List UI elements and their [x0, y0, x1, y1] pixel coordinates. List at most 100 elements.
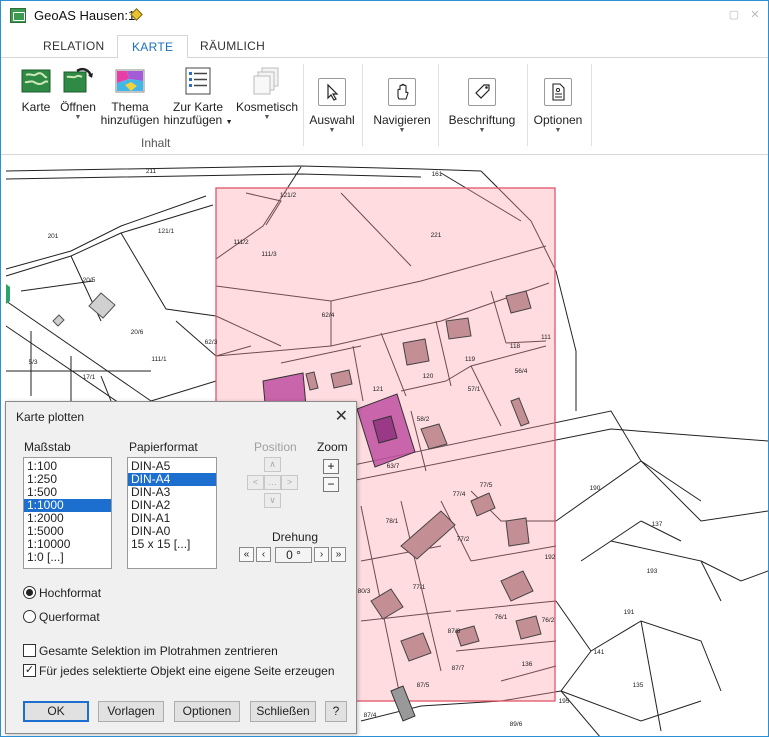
karte-plotten-dialog: Karte plotten ✕ Maßstab 1:100 1:250 1:50… [5, 401, 357, 734]
oeffnen-button[interactable]: Öffnen ▼ [57, 67, 99, 122]
parcel-label: 192 [545, 554, 556, 561]
optionen-button[interactable]: Optionen [174, 701, 240, 722]
parcel-label: 191 [624, 609, 635, 616]
parcel-label: 118 [510, 343, 521, 350]
thema-hinzufuegen-button[interactable]: Thema hinzufügen [98, 67, 162, 127]
vorlagen-button[interactable]: Vorlagen [98, 701, 164, 722]
hochformat-radio[interactable] [23, 586, 36, 599]
chevron-left-icon[interactable]: < [247, 475, 264, 490]
zur-karte-hinzufuegen-button[interactable]: Zur Karte hinzufügen ▼ [163, 67, 233, 129]
document-settings-icon [544, 78, 572, 106]
parcel-label: 201 [48, 233, 59, 240]
parcel-label: 111 [541, 334, 551, 341]
parcel-label: 87/5 [417, 682, 430, 689]
eigene-seite-label: Für jedes selektierte Objekt eine eigene… [39, 664, 335, 678]
ribbon-separator [438, 64, 439, 146]
chevron-down-icon: ▼ [328, 127, 336, 134]
parcel-label: 87/4 [364, 712, 377, 719]
zoom-out-button[interactable]: − [323, 477, 339, 492]
center-icon[interactable]: … [264, 475, 281, 490]
tab-relation[interactable]: RELATION [29, 35, 119, 59]
parcel-label: 121/2 [280, 192, 297, 199]
ribbon-separator [362, 64, 363, 146]
parcel-label: 17/1 [83, 374, 96, 381]
ribbon-separator [527, 64, 528, 146]
cursor-icon [318, 78, 346, 106]
rotate-left-button[interactable]: ‹ [256, 547, 271, 562]
tab-raeumlich[interactable]: RÄUMLICH [186, 35, 279, 59]
parcel-label: 121 [373, 386, 384, 393]
thema-label-2: hinzufügen [100, 113, 160, 127]
papierformat-list[interactable]: DIN-A5 DIN-A4 DIN-A3 DIN-A2 DIN-A1 DIN-A… [127, 457, 217, 569]
list-item[interactable]: 1:0 [...] [24, 551, 111, 564]
parcel-label: 56/4 [515, 368, 528, 375]
karte-label: Karte [21, 100, 51, 114]
chevron-down-icon: ▼ [74, 114, 82, 121]
parcel-label: 77/2 [457, 536, 470, 543]
optionen-label: Optionen [533, 113, 583, 127]
position-label: Position [254, 440, 297, 454]
drehung-label: Drehung [272, 530, 319, 544]
karte-button[interactable]: Karte [17, 67, 55, 114]
navigieren-button[interactable]: Navigieren ▼ [369, 78, 435, 135]
parcel-label: 78/1 [386, 518, 399, 525]
app-window: GeoAS Hausen:1 ▢ ✕ RELATION KARTE RÄUMLI… [0, 0, 769, 737]
parcel-label: 77/1 [413, 584, 426, 591]
massstab-list[interactable]: 1:100 1:250 1:500 1:1000 1:2000 1:5000 1… [23, 457, 112, 569]
optionen-button[interactable]: Optionen ▼ [530, 78, 586, 135]
zoom-label: Zoom [317, 440, 348, 454]
parcel-label: 120 [423, 373, 434, 380]
querformat-radio[interactable] [23, 610, 36, 623]
eigene-seite-checkbox[interactable]: ✓ [23, 664, 36, 677]
close-icon[interactable]: ✕ [749, 9, 761, 21]
beschriftung-label: Beschriftung [448, 113, 516, 127]
ribbon-separator [303, 64, 304, 146]
parcel-label: 20/6 [131, 329, 144, 336]
drehung-value[interactable]: 0 ° [275, 547, 312, 563]
chevron-down-icon: ▼ [478, 127, 486, 134]
chevron-right-icon[interactable]: > [281, 475, 298, 490]
list-item[interactable]: 15 x 15 [...] [128, 538, 216, 551]
chevron-down-icon: ▼ [398, 127, 406, 134]
parcel-label: 121/1 [158, 228, 175, 235]
parcel-label: 141 [594, 649, 605, 656]
auswahl-button[interactable]: Auswahl ▼ [307, 78, 357, 135]
restore-icon[interactable]: ▢ [728, 9, 740, 21]
parcel-label: 5/3 [28, 359, 37, 366]
parcel-label: 211 [146, 168, 157, 175]
querformat-label: Querformat [39, 610, 100, 624]
ok-button[interactable]: OK [23, 701, 89, 722]
world-map-icon [21, 67, 51, 95]
ribbon-tabs: RELATION KARTE RÄUMLICH [1, 31, 768, 59]
rotate-far-right-button[interactable]: » [331, 547, 346, 562]
auswahl-label: Auswahl [309, 113, 355, 127]
beschriftung-button[interactable]: Beschriftung ▼ [443, 78, 521, 135]
schliessen-button[interactable]: Schließen [250, 701, 316, 722]
parcel-label: 89/6 [510, 721, 523, 728]
parcel-label: 111/1 [151, 356, 167, 363]
zoom-in-button[interactable]: + [323, 459, 339, 474]
rotate-right-button[interactable]: › [314, 547, 329, 562]
ribbon-separator [591, 64, 592, 146]
help-button[interactable]: ? [325, 701, 347, 722]
close-icon[interactable]: ✕ [335, 406, 348, 426]
zur-karte-label-2: hinzufügen ▼ [163, 113, 233, 127]
open-map-icon [63, 67, 93, 95]
zentrieren-checkbox[interactable] [23, 644, 36, 657]
parcel-label: 221 [431, 232, 442, 239]
kosmetisch-button[interactable]: Kosmetisch ▼ [234, 67, 300, 122]
parcel-label: 57/1 [468, 386, 481, 393]
tab-karte[interactable]: KARTE [117, 35, 189, 59]
parcel-label: 111/3 [261, 251, 277, 258]
parcel-label: 76/2 [542, 617, 555, 624]
chevron-up-icon[interactable]: ∧ [264, 457, 281, 472]
rotate-far-left-button[interactable]: « [239, 547, 254, 562]
parcel-label: 63/7 [387, 463, 400, 470]
window-title: GeoAS Hausen:1 [34, 8, 136, 23]
parcel-label: 76/1 [495, 614, 508, 621]
parcel-label: 135 [633, 682, 644, 689]
chevron-down-icon[interactable]: ∨ [264, 493, 281, 508]
group-label-inhalt: Inhalt [141, 136, 171, 150]
hand-pan-icon [388, 78, 416, 106]
chevron-down-icon: ▼ [554, 127, 562, 134]
